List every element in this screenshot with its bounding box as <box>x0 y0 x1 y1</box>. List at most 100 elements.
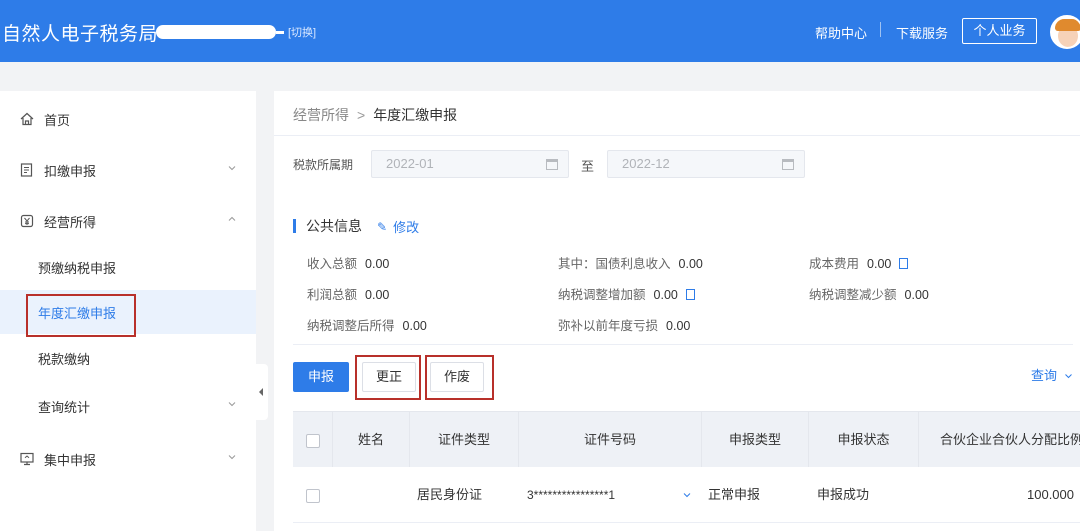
query-toggle[interactable]: 查询 <box>1031 365 1073 384</box>
header-divider <box>880 22 881 37</box>
highlight-box-annual <box>26 294 136 337</box>
sidebar-item-label: 扣缴申报 <box>44 163 97 179</box>
column-header: 合伙企业合伙人分配比例 <box>940 432 1080 447</box>
info-cost: 成本费用 0.00 <box>809 253 909 272</box>
sidebar-subitem-tax-payment[interactable]: 税款缴纳 <box>0 336 256 380</box>
app-title: 自然人电子税务局 <box>2 24 159 45</box>
avatar[interactable] <box>1050 15 1080 49</box>
column-header: 姓名 <box>333 412 410 468</box>
redacted-region <box>156 25 284 39</box>
sidebar-item-label: 集中申报 <box>44 452 97 468</box>
info-label: 弥补以前年度亏损 <box>558 319 659 333</box>
avatar-hair <box>1055 19 1080 31</box>
info-total-profit: 利润总额 0.00 <box>307 284 389 303</box>
yen-icon <box>20 214 34 228</box>
home-icon <box>20 112 34 126</box>
info-bond-interest: 其中：国债利息收入 0.00 <box>558 253 703 272</box>
info-value: 0.00 <box>678 257 703 271</box>
help-center-link[interactable]: 帮助中心 <box>815 23 867 42</box>
sidebar-item-query-stats[interactable]: 查询统计 <box>0 384 256 428</box>
chevron-down-icon <box>1064 374 1072 379</box>
calendar-icon <box>546 159 558 170</box>
switch-link[interactable]: [切换] <box>288 24 316 40</box>
info-value: 0.00 <box>666 319 691 333</box>
checkbox[interactable] <box>305 433 320 448</box>
info-value: 0.00 <box>365 257 390 271</box>
pencil-icon: ✎ <box>377 219 388 234</box>
edit-label: 修改 <box>393 220 420 235</box>
period-label: 税款所属期 <box>293 158 354 172</box>
sidebar-item-business-income[interactable]: 经营所得 <box>0 199 256 243</box>
cell-id-type: 居民身份证 <box>417 487 483 502</box>
chevron-down-icon <box>228 455 236 460</box>
section-title: 公共信息 <box>293 216 362 236</box>
section-marker <box>293 219 296 233</box>
query-label: 查询 <box>1031 368 1058 383</box>
cell-id-number: 3****************1 <box>527 488 616 502</box>
calendar-icon <box>782 159 794 170</box>
chevron-down-icon <box>228 166 236 171</box>
cell-name <box>333 467 410 523</box>
cell-ratio: 100.000 <box>1027 487 1074 502</box>
period-start-input[interactable]: 2022-01 <box>371 150 569 178</box>
info-adjust-decrease: 纳税调整减少额 0.00 <box>809 284 929 303</box>
info-adjusted-income: 纳税调整后所得 0.00 <box>307 315 427 334</box>
info-value: 0.00 <box>402 319 427 333</box>
info-adjust-increase: 纳税调整增加额 0.00 <box>558 284 695 303</box>
declare-button[interactable]: 申报 <box>293 362 349 392</box>
breadcrumb-separator: > <box>357 107 366 123</box>
cell-status: 申报成功 <box>817 487 870 502</box>
sidebar-item-label: 查询统计 <box>38 399 91 415</box>
sidebar-subitem-prepay[interactable]: 预缴纳税申报 <box>0 245 256 289</box>
personal-business-button[interactable]: 个人业务 <box>962 18 1037 44</box>
document-icon[interactable] <box>685 289 695 300</box>
form-icon <box>20 163 33 177</box>
header-select-all[interactable] <box>293 412 333 468</box>
info-label: 纳税调整减少额 <box>809 288 897 302</box>
sidebar-item-label: 经营所得 <box>44 214 97 230</box>
edit-link[interactable]: ✎ 修改 <box>377 217 419 236</box>
chevron-down-icon <box>228 402 236 407</box>
info-label: 其中：国债利息收入 <box>558 257 671 271</box>
highlight-box-void <box>425 355 494 400</box>
sidebar-item-withholding[interactable]: 扣缴申报 <box>0 148 256 192</box>
info-loss-offset: 弥补以前年度亏损 0.00 <box>558 315 690 334</box>
to-label: 至 <box>581 159 595 174</box>
breadcrumb-current: 年度汇缴申报 <box>373 107 458 123</box>
info-total-income: 收入总额 0.00 <box>307 253 389 272</box>
highlight-box-correct <box>355 355 421 400</box>
cell-declare-type: 正常申报 <box>708 487 761 502</box>
breadcrumb: 经营所得 > 年度汇缴申报 <box>293 105 457 125</box>
section-title-text: 公共信息 <box>306 218 362 234</box>
info-value: 0.00 <box>867 257 892 271</box>
info-value: 0.00 <box>904 288 929 302</box>
info-label: 成本费用 <box>809 257 860 271</box>
checkbox[interactable] <box>306 488 320 503</box>
row-select[interactable] <box>293 467 333 523</box>
info-value: 0.00 <box>653 288 678 302</box>
period-end-input[interactable]: 2022-12 <box>607 150 805 178</box>
column-header: 证件号码 <box>519 412 702 468</box>
info-label: 纳税调整后所得 <box>307 319 395 333</box>
sidebar-item-label: 首页 <box>44 112 71 128</box>
table-header: 姓名 证件类型 证件号码 申报类型 申报状态 合伙企业合伙人分配比例 <box>293 411 1080 468</box>
info-label: 纳税调整增加额 <box>558 288 646 302</box>
breadcrumb-parent[interactable]: 经营所得 <box>293 107 349 123</box>
table-row[interactable]: 居民身份证 3****************1 正常申报 申报成功 100.0… <box>293 467 1080 523</box>
column-header: 申报状态 <box>809 412 919 468</box>
info-value: 0.00 <box>365 288 390 302</box>
sidebar-collapse-handle[interactable] <box>256 364 268 420</box>
chevron-up-icon <box>228 216 236 221</box>
document-icon[interactable] <box>899 258 909 269</box>
declaration-table: 姓名 证件类型 证件号码 申报类型 申报状态 合伙企业合伙人分配比例 居民身份证… <box>293 411 1080 531</box>
period-end-value: 2022-12 <box>622 156 670 171</box>
column-header: 申报类型 <box>702 412 809 468</box>
period-start-value: 2022-01 <box>386 156 434 171</box>
download-service-link[interactable]: 下载服务 <box>896 23 948 42</box>
sidebar-item-batch-declare[interactable]: 集中申报 <box>0 437 256 481</box>
divider <box>293 344 1073 345</box>
sidebar-item-home[interactable]: 首页 <box>0 97 256 141</box>
divider <box>274 135 1080 136</box>
chevron-down-icon[interactable] <box>683 491 691 499</box>
info-label: 利润总额 <box>307 288 358 302</box>
